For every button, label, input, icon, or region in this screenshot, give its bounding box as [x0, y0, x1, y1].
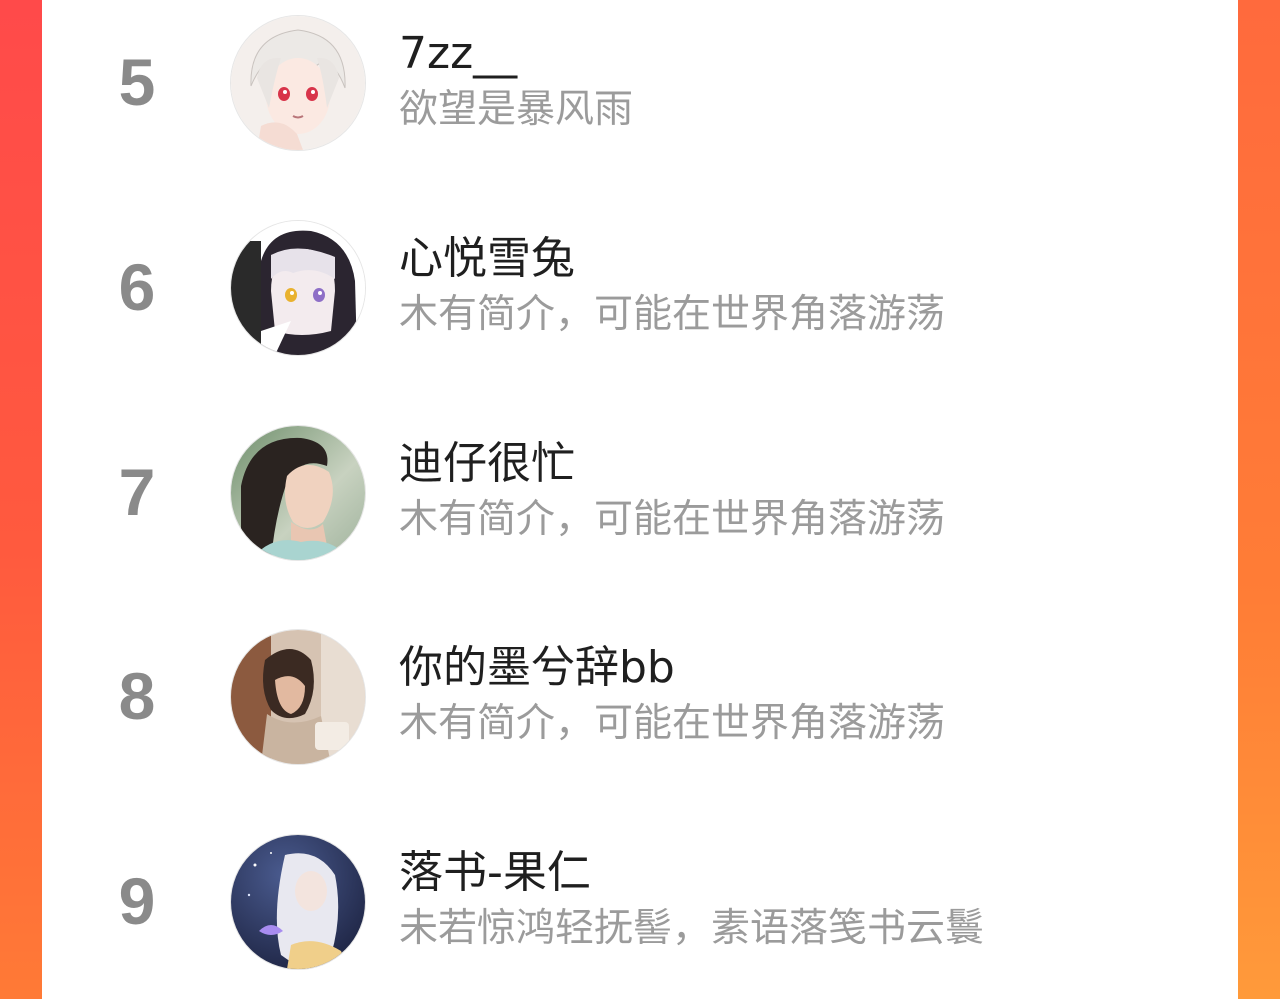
ranking-row[interactable]: 7 迪仔很忙 木有简介，可能在世界角落游荡	[42, 422, 1238, 572]
rank-number: 9	[118, 864, 156, 938]
ranking-list: 5 7zz__ 欲望是暴风雨 6 心悦雪兔 木有简介，可能在世界角落游荡 7 迪…	[42, 0, 1238, 999]
user-name[interactable]: 迪仔很忙	[399, 436, 575, 492]
user-name[interactable]: 你的墨兮辞bb	[399, 640, 675, 696]
user-name[interactable]: 7zz__	[399, 26, 517, 82]
indoor-photo-avatar-icon	[231, 630, 365, 764]
ranking-row[interactable]: 5 7zz__ 欲望是暴风雨	[42, 12, 1238, 162]
avatar[interactable]	[230, 15, 366, 151]
woman-photo-avatar-icon	[231, 426, 365, 560]
anime-dark-hair-avatar-icon	[231, 221, 365, 355]
avatar[interactable]	[230, 220, 366, 356]
anime-white-hair-avatar-icon	[231, 16, 365, 150]
user-name[interactable]: 落书-果仁	[399, 845, 591, 901]
ranking-row[interactable]: 9 落书-果仁 未若惊鸿轻抚髻，素语落笺书云鬟	[42, 831, 1238, 981]
user-name[interactable]: 心悦雪兔	[399, 231, 575, 287]
rank-number: 7	[118, 455, 156, 529]
ranking-row[interactable]: 6 心悦雪兔 木有简介，可能在世界角落游荡	[42, 217, 1238, 367]
user-bio: 木有简介，可能在世界角落游荡	[399, 701, 946, 746]
user-bio: 木有简介，可能在世界角落游荡	[399, 292, 946, 337]
avatar[interactable]	[230, 629, 366, 765]
rank-number: 5	[118, 45, 156, 119]
rank-number: 8	[118, 659, 156, 733]
user-bio: 木有简介，可能在世界角落游荡	[399, 497, 946, 542]
avatar[interactable]	[230, 425, 366, 561]
background-gradient-right	[1238, 0, 1280, 999]
ranking-row[interactable]: 8 你的墨兮辞bb 木有简介，可能在世界角落游荡	[42, 626, 1238, 776]
avatar[interactable]	[230, 834, 366, 970]
user-bio: 欲望是暴风雨	[399, 87, 634, 132]
user-bio: 未若惊鸿轻抚髻，素语落笺书云鬟	[399, 906, 985, 951]
fantasy-art-avatar-icon	[231, 835, 365, 969]
rank-number: 6	[118, 250, 156, 324]
